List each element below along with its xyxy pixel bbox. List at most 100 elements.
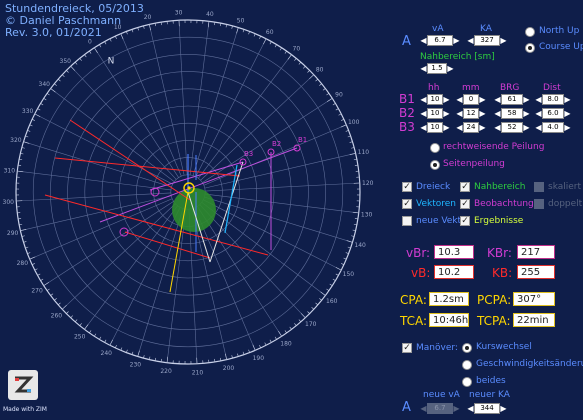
nahbereich-stepper[interactable]: ◀ 1.5 ▶ (420, 63, 454, 74)
b3-brg-stepper[interactable]: ◀ 52 ▶ (494, 122, 530, 133)
rechtweisende-radio[interactable] (430, 143, 440, 153)
neuer-ka-stepper[interactable]: ◀ 344 ▶ (467, 403, 507, 414)
decrement-icon[interactable]: ◀ (456, 94, 463, 105)
b3-mm-stepper[interactable]: ◀ 24 ▶ (456, 122, 486, 133)
b1-brg-stepper[interactable]: ◀ 61 ▶ (494, 94, 530, 105)
decrement-icon[interactable]: ◀ (494, 108, 501, 119)
decrement-icon[interactable]: ◀ (467, 403, 474, 414)
decrement-icon[interactable]: ◀ (420, 122, 427, 133)
increment-icon[interactable]: ▶ (523, 94, 530, 105)
decrement-icon[interactable]: ◀ (420, 94, 427, 105)
b1-dist-stepper[interactable]: ◀ 8.0 ▶ (535, 94, 571, 105)
increment-icon: ▶ (453, 404, 460, 413)
nahbereich-value[interactable]: 1.5 (427, 63, 447, 74)
b3-hh-stepper[interactable]: ◀ 10 ▶ (420, 122, 450, 133)
increment-icon[interactable]: ▶ (564, 94, 571, 105)
increment-icon[interactable]: ▶ (523, 108, 530, 119)
b1-brg-value[interactable]: 61 (501, 94, 523, 105)
ka-label: KA (480, 24, 492, 34)
skaliert-label: skaliert (548, 182, 582, 192)
b3-dist-value[interactable]: 4.0 (542, 122, 564, 133)
b3-dist-stepper[interactable]: ◀ 4.0 ▶ (535, 122, 571, 133)
beobachtung-checkbox[interactable]: ✓ (460, 199, 470, 209)
increment-icon[interactable]: ▶ (443, 94, 450, 105)
increment-icon[interactable]: ▶ (523, 122, 530, 133)
b2-mm-value[interactable]: 12 (463, 108, 479, 119)
b1-hh-value[interactable]: 10 (427, 94, 443, 105)
vektoren-checkbox[interactable]: ✓ (402, 199, 412, 209)
b2-dist-stepper[interactable]: ◀ 6.0 ▶ (535, 108, 571, 119)
decrement-icon[interactable]: ◀ (456, 108, 463, 119)
radial-line (17, 170, 171, 191)
ka-value[interactable]: 327 (474, 35, 500, 46)
b3-hh-value[interactable]: 10 (427, 122, 443, 133)
col-dist: Dist (543, 83, 561, 93)
degree-tick (79, 58, 82, 61)
radar-plot[interactable]: 0 10 20 30 40 50 60 70 80 90 100 110 120 130 140 150 160… (0, 0, 400, 420)
beides-radio[interactable] (462, 377, 472, 387)
degree-tick (79, 323, 82, 326)
degree-tick (137, 350, 140, 357)
increment-icon[interactable]: ▶ (443, 108, 450, 119)
b2-dist-value[interactable]: 6.0 (542, 108, 564, 119)
decrement-icon[interactable]: ◀ (420, 63, 427, 74)
b1-hh-stepper[interactable]: ◀ 10 ▶ (420, 94, 450, 105)
neue-vekt-checkbox[interactable] (402, 216, 412, 226)
kurswechsel-radio[interactable] (462, 343, 472, 353)
north-up-radio[interactable] (525, 27, 535, 37)
va-stepper[interactable]: ◀ 6.7 ▶ (420, 35, 460, 46)
b3-mm-value[interactable]: 24 (463, 122, 479, 133)
course-up-radio[interactable] (525, 43, 535, 53)
degree-tick (84, 54, 87, 58)
degree-tick (23, 141, 30, 144)
radial-line (189, 21, 210, 175)
decrement-icon[interactable]: ◀ (494, 94, 501, 105)
degree-tick (54, 83, 57, 86)
bearing-label: 270 (31, 288, 43, 295)
increment-icon[interactable]: ▶ (479, 108, 486, 119)
b1-mm-stepper[interactable]: ◀ 0 ▶ (456, 94, 486, 105)
b2-brg-stepper[interactable]: ◀ 58 ▶ (494, 108, 530, 119)
seitenpeilung-radio[interactable] (430, 160, 440, 170)
increment-icon[interactable]: ▶ (500, 403, 507, 414)
decrement-icon[interactable]: ◀ (467, 35, 474, 46)
degree-tick (50, 293, 54, 296)
increment-icon[interactable]: ▶ (453, 35, 460, 46)
degree-tick (322, 88, 326, 91)
decrement-icon[interactable]: ◀ (535, 94, 542, 105)
decrement-icon[interactable]: ◀ (420, 35, 427, 46)
north-label: N (108, 56, 115, 66)
increment-icon[interactable]: ▶ (447, 63, 454, 74)
decrement-icon[interactable]: ◀ (535, 122, 542, 133)
increment-icon[interactable]: ▶ (564, 108, 571, 119)
degree-tick (319, 298, 322, 301)
va-value[interactable]: 6.7 (427, 35, 453, 46)
b2-brg-value[interactable]: 58 (501, 108, 523, 119)
decrement-icon[interactable]: ◀ (494, 122, 501, 133)
degree-tick (237, 353, 239, 357)
increment-icon[interactable]: ▶ (443, 122, 450, 133)
bearing-point-label: B3 (244, 150, 253, 158)
decrement-icon[interactable]: ◀ (535, 108, 542, 119)
manoever-checkbox[interactable]: ✓ (402, 343, 412, 353)
b3-brg-value[interactable]: 52 (501, 122, 523, 133)
decrement-icon[interactable]: ◀ (420, 108, 427, 119)
b2-mm-stepper[interactable]: ◀ 12 ▶ (456, 108, 486, 119)
neuer-ka-value[interactable]: 344 (474, 403, 500, 414)
b1-dist-value[interactable]: 8.0 (542, 94, 564, 105)
dreieck-checkbox[interactable]: ✓ (402, 182, 412, 192)
nahbereich-checkbox[interactable]: ✓ (460, 182, 470, 192)
radial-line (200, 74, 314, 181)
degree-tick (104, 339, 107, 343)
geschwindigkeit-radio[interactable] (462, 360, 472, 370)
decrement-icon[interactable]: ◀ (456, 122, 463, 133)
increment-icon[interactable]: ▶ (500, 35, 507, 46)
increment-icon[interactable]: ▶ (479, 94, 486, 105)
ka-stepper[interactable]: ◀ 327 ▶ (467, 35, 507, 46)
b2-hh-stepper[interactable]: ◀ 10 ▶ (420, 108, 450, 119)
b1-mm-value[interactable]: 0 (463, 94, 479, 105)
ergebnisse-checkbox[interactable]: ✓ (460, 216, 470, 226)
b2-hh-value[interactable]: 10 (427, 108, 443, 119)
increment-icon[interactable]: ▶ (479, 122, 486, 133)
increment-icon[interactable]: ▶ (564, 122, 571, 133)
